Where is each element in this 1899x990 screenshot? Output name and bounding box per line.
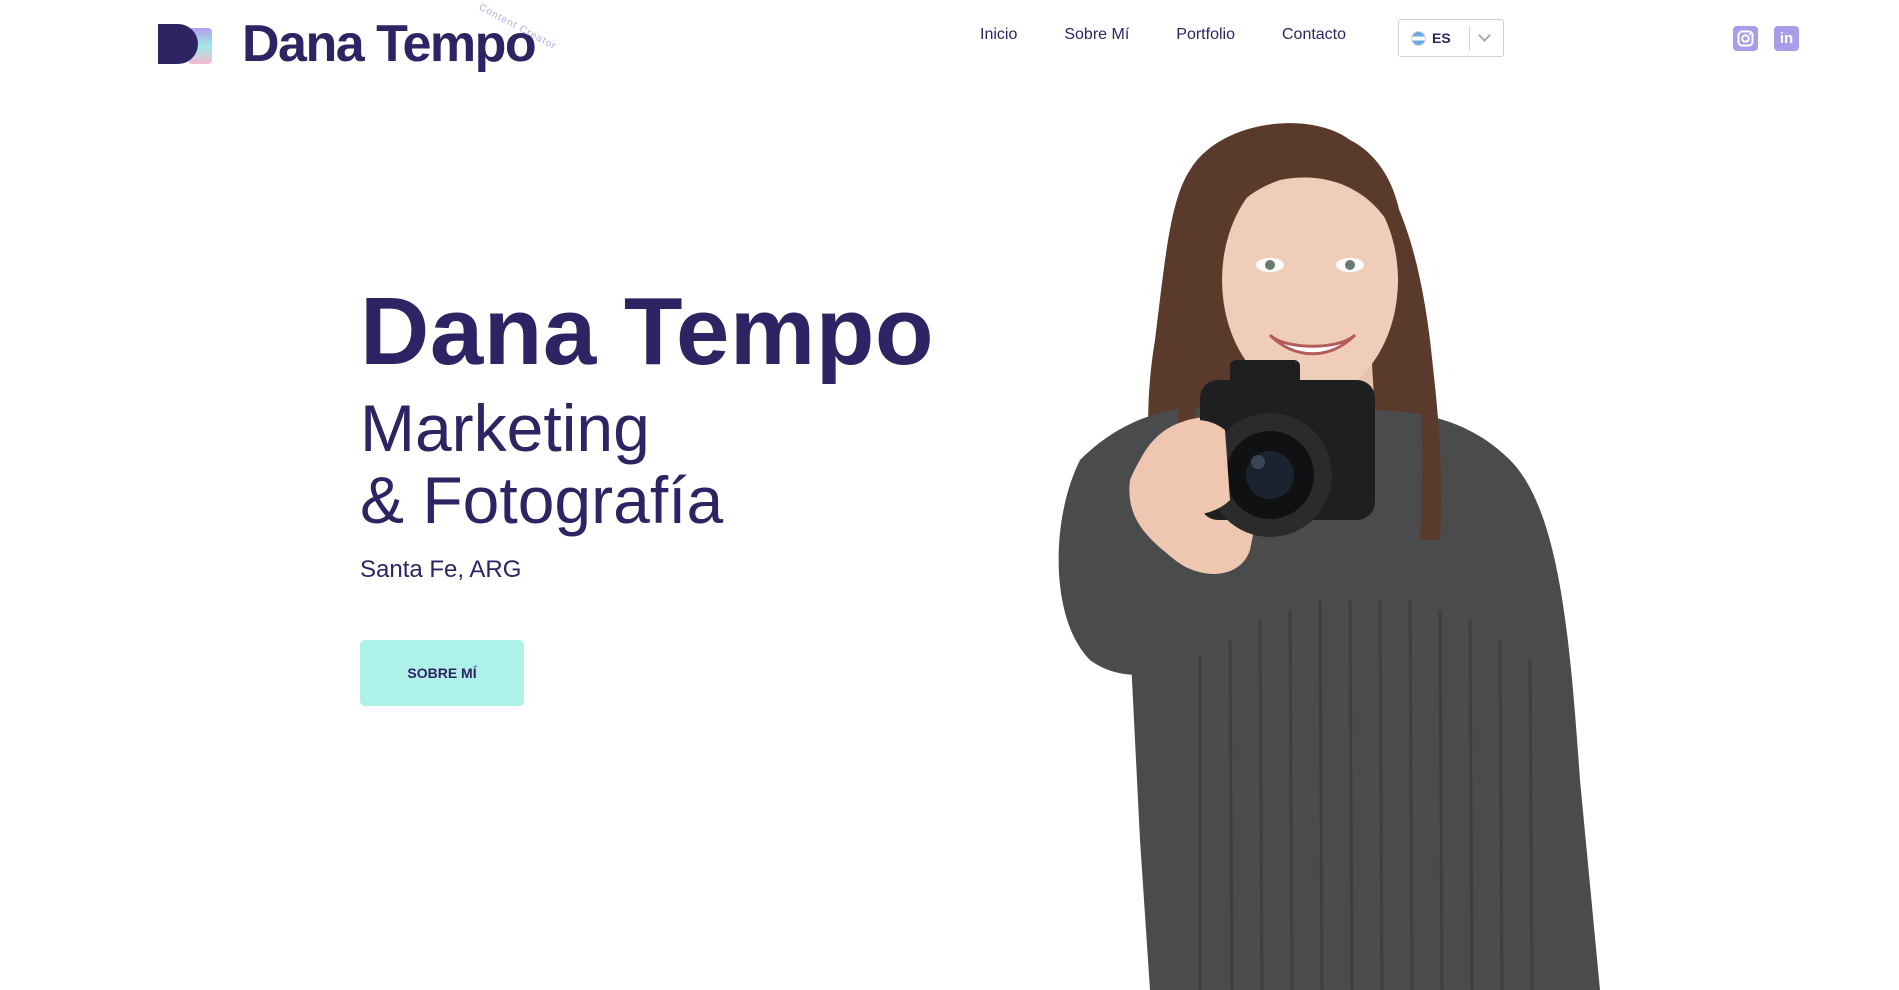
argentina-flag-icon	[1411, 30, 1426, 46]
nav-contacto[interactable]: Contacto	[1282, 26, 1346, 44]
nav-sobre-mi[interactable]: Sobre Mí	[1064, 26, 1129, 44]
logo-text: Dana Tempo	[242, 15, 537, 73]
linkedin-icon[interactable]: in	[1774, 26, 1799, 51]
instagram-icon[interactable]	[1733, 26, 1758, 51]
nav-inicio[interactable]: Inicio	[980, 26, 1017, 44]
main-nav: Inicio Sobre Mí Portfolio Contacto	[980, 26, 1393, 44]
language-divider	[1468, 26, 1470, 50]
hero-title: Dana Tempo	[360, 278, 934, 385]
hero-subtitle-line-2: & Fotografía	[360, 463, 724, 537]
logo-mark-icon	[156, 22, 214, 66]
nav-portfolio[interactable]: Portfolio	[1176, 26, 1235, 44]
hero-subtitle-line-1: Marketing	[360, 391, 650, 465]
hero-photo	[950, 80, 1720, 990]
hero-location: Santa Fe, ARG	[360, 556, 522, 583]
hero-subtitle: Marketing & Fotografía	[360, 392, 723, 536]
site-logo[interactable]: Dana Tempo	[156, 15, 537, 73]
sobre-mi-button[interactable]: SOBRE MÍ	[360, 640, 524, 706]
chevron-down-icon	[1477, 29, 1491, 42]
language-code: ES	[1432, 30, 1451, 46]
language-selector[interactable]: ES	[1398, 19, 1504, 57]
